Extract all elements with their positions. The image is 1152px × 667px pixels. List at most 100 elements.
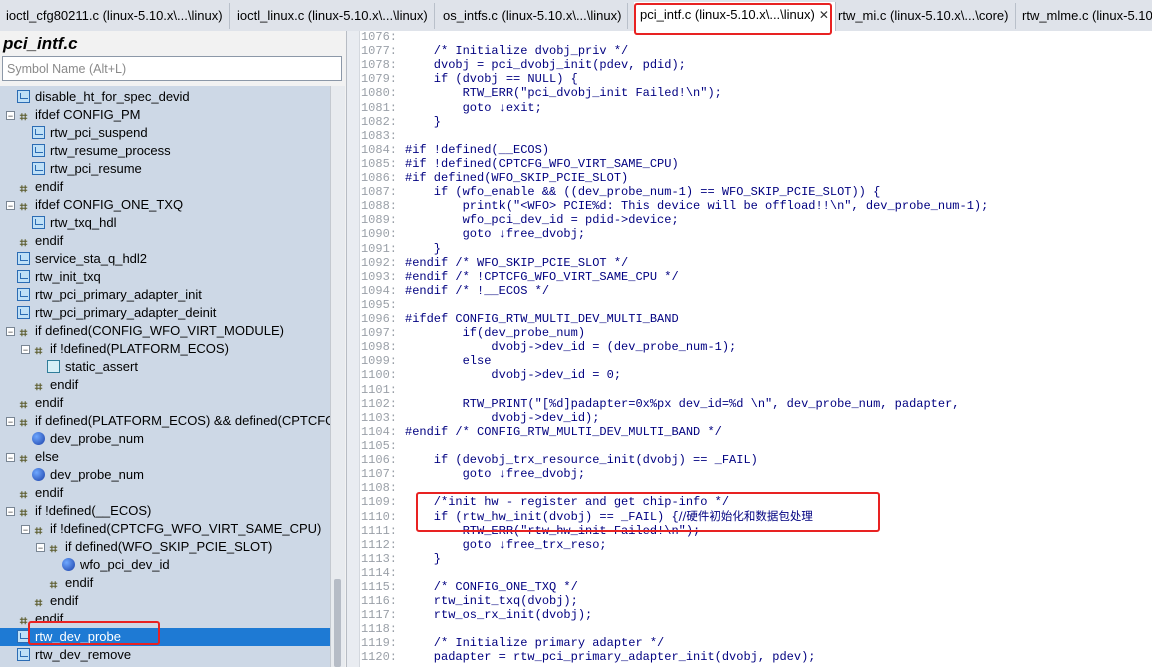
tree-item[interactable]: rtw_pci_primary_adapter_deinit [0,304,330,322]
tab-5[interactable]: rtw_mi.c (linux-5.10.x\...\core) [832,3,1016,29]
code-line[interactable]: 1084: #if !defined(__ECOS) [359,143,549,157]
code-line[interactable]: 1106: if (devobj_trx_resource_init(dvobj… [359,453,758,467]
tab-1[interactable]: ioctl_cfg80211.c (linux-5.10.x\...\linux… [0,3,230,29]
tree-item[interactable]: disable_ht_for_spec_devid [0,88,330,106]
code-line[interactable]: 1113: } [359,552,441,566]
code-line[interactable]: 1078: dvobj = pci_dvobj_init(pdev, pdid)… [359,58,686,72]
code-line[interactable]: 1077: /* Initialize dvobj_priv */ [359,44,628,58]
tree-item[interactable]: wfo_pci_dev_id [0,556,330,574]
tab-4[interactable]: pci_intf.c (linux-5.10.x\...\linux) ✕ [634,2,836,31]
collapse-toggle-icon[interactable]: − [6,327,15,337]
tree-item[interactable]: − ⌗ ifdef CONFIG_PM [0,106,330,124]
code-line[interactable]: 1114: [359,566,405,580]
symbol-tree-scrollbar[interactable] [330,86,345,667]
code-line[interactable]: 1083: [359,129,405,143]
line-number: 1079: [360,72,397,87]
close-tab-icon[interactable]: ✕ [819,8,829,22]
collapse-toggle-icon[interactable]: − [21,345,30,355]
code-line[interactable]: 1096: #ifdef CONFIG_RTW_MULTI_DEV_MULTI_B… [359,312,679,326]
tree-item[interactable]: rtw_pci_resume [0,160,330,178]
symbol-search-input[interactable] [2,56,342,81]
tree-item[interactable]: − ⌗ if !defined(CPTCFG_WFO_VIRT_SAME_CPU) [0,520,330,538]
collapse-toggle-icon[interactable]: − [6,507,15,517]
collapse-toggle-icon[interactable]: − [6,453,15,463]
tree-item[interactable]: rtw_pci_primary_adapter_init [0,286,330,304]
tab-3[interactable]: os_intfs.c (linux-5.10.x\...\linux) [437,3,629,29]
tree-item[interactable]: − ⌗ ifdef CONFIG_ONE_TXQ [0,196,330,214]
tree-item[interactable]: rtw_pci_suspend [0,124,330,142]
scrollbar-thumb[interactable] [334,579,341,667]
code-line[interactable]: 1109: /*init hw - register and get chip-… [359,495,729,509]
collapse-toggle-icon[interactable]: − [6,417,15,427]
tree-item[interactable]: rtw_dev_probe [0,628,330,646]
tree-item[interactable]: ⌗ endif [0,376,330,394]
code-line[interactable]: 1094: #endif /* !__ECOS */ [359,284,549,298]
tab-2[interactable]: ioctl_linux.c (linux-5.10.x\...\linux) [231,3,435,29]
collapse-toggle-icon[interactable]: − [6,201,15,211]
tree-item[interactable]: − ⌗ if defined(WFO_SKIP_PCIE_SLOT) [0,538,330,556]
tree-item[interactable]: − ⌗ else [0,448,330,466]
code-line[interactable]: 1082: } [359,115,441,129]
tree-item[interactable]: ⌗ endif [0,484,330,502]
tree-item[interactable]: − ⌗ if !defined(PLATFORM_ECOS) [0,340,330,358]
code-line[interactable]: 1079: if (dvobj == NULL) { [359,72,578,86]
code-line[interactable]: 1116: rtw_init_txq(dvobj); [359,594,578,608]
tree-item[interactable]: − ⌗ if !defined(__ECOS) [0,502,330,520]
code-line[interactable]: 1118: [359,622,405,636]
tree-item[interactable]: − ⌗ if defined(PLATFORM_ECOS) && defined(C… [0,412,330,430]
code-line[interactable]: 1117: rtw_os_rx_init(dvobj); [359,608,592,622]
code-line[interactable]: 1091: } [359,242,441,256]
tree-item[interactable]: static_assert [0,358,330,376]
code-line[interactable]: 1100: dvobj->dev_id = 0; [359,368,621,382]
code-line[interactable]: 1099: else [359,354,491,368]
code-line[interactable]: 1120: padapter = rtw_pci_primary_adapter… [359,650,815,664]
code-line[interactable]: 1111: RTW_ERR("rtw_hw_init Failed!\n"); [359,524,700,538]
code-line[interactable]: 1089: wfo_pci_dev_id = pdid->device; [359,213,679,227]
code-line[interactable]: 1110: if (rtw_hw_init(dvobj) == _FAIL) {… [359,509,813,524]
code-line[interactable]: 1112: goto ↓free_trx_reso; [359,538,607,552]
code-editor[interactable]: 1076: 1077: /* Initialize dvobj_priv */10… [347,31,1152,667]
tree-item[interactable]: service_sta_q_hdl2 [0,250,330,268]
tree-item[interactable]: rtw_init_txq [0,268,330,286]
tree-item[interactable]: ⌗ endif [0,592,330,610]
tree-item[interactable]: ⌗ endif [0,232,330,250]
tree-item[interactable]: ⌗ endif [0,610,330,628]
tab-6[interactable]: rtw_mlme.c (linux-5.10.x\...\core) [1016,3,1152,29]
tree-item[interactable]: rtw_txq_hdl [0,214,330,232]
code-line[interactable]: 1115: /* CONFIG_ONE_TXQ */ [359,580,578,594]
line-number: 1082: [360,114,397,129]
code-line[interactable]: 1098: dvobj->dev_id = (dev_probe_num-1); [359,340,736,354]
code-line[interactable]: 1076: [359,31,405,44]
code-line[interactable]: 1102: RTW_PRINT("[%d]padapter=0x%px dev_… [359,397,960,411]
code-line[interactable]: 1090: goto ↓free_dvobj; [359,227,585,241]
tree-item[interactable]: rtw_resume_process [0,142,330,160]
tree-item[interactable]: dev_probe_num [0,430,330,448]
tree-item[interactable]: ⌗ endif [0,574,330,592]
code-line[interactable]: 1086: #if defined(WFO_SKIP_PCIE_SLOT) [359,171,628,185]
tree-item-label: endif [50,593,79,608]
code-line[interactable]: 1093: #endif /* !CPTCFG_WFO_VIRT_SAME_CPU… [359,270,679,284]
collapse-toggle-icon[interactable]: − [6,111,15,121]
code-line[interactable]: 1085: #if !defined(CPTCFG_WFO_VIRT_SAME_C… [359,157,679,171]
code-line[interactable]: 1097: if(dev_probe_num) [359,326,585,340]
code-line[interactable]: 1080: RTW_ERR("pci_dvobj_init Failed!\n"… [359,86,722,100]
code-line[interactable]: 1087: if (wfo_enable && ((dev_probe_num-… [359,185,880,199]
code-line[interactable]: 1105: [359,439,405,453]
collapse-toggle-icon[interactable]: − [21,525,30,535]
collapse-toggle-icon[interactable]: − [36,543,45,553]
code-line[interactable]: 1095: [359,298,405,312]
tree-item[interactable]: ⌗ endif [0,394,330,412]
code-line[interactable]: 1103: dvobj->dev_id); [359,411,599,425]
code-line[interactable]: 1101: [359,383,405,397]
tree-item[interactable]: rtw_dev_remove [0,646,330,664]
code-line[interactable]: 1092: #endif /* WFO_SKIP_PCIE_SLOT */ [359,256,628,270]
tree-item[interactable]: ⌗ endif [0,178,330,196]
code-line[interactable]: 1088: printk("<WFO> PCIE%d: This device … [359,199,988,213]
code-line[interactable]: 1119: /* Initialize primary adapter */ [359,636,664,650]
tree-item[interactable]: dev_probe_num [0,466,330,484]
code-line[interactable]: 1104: #endif /* CONFIG_RTW_MULTI_DEV_MULT… [359,425,722,439]
code-line[interactable]: 1081: goto ↓exit; [359,101,542,115]
code-line[interactable]: 1108: [359,481,405,495]
code-line[interactable]: 1107: goto ↓free_dvobj; [359,467,585,481]
tree-item[interactable]: − ⌗ if defined(CONFIG_WFO_VIRT_MODULE) [0,322,330,340]
